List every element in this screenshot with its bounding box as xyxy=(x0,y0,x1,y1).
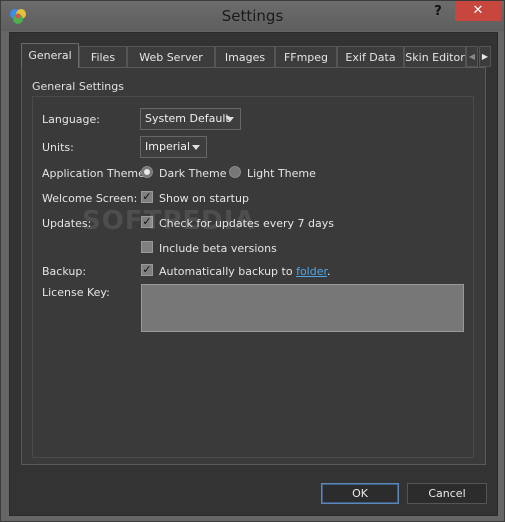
dark-theme-label[interactable]: Dark Theme xyxy=(159,167,227,180)
welcome-option-label[interactable]: Show on startup xyxy=(159,192,249,205)
tab-ffmpeg[interactable]: FFmpeg xyxy=(275,46,337,67)
language-label: Language: xyxy=(42,113,100,126)
license-key-field[interactable] xyxy=(141,284,464,332)
units-value: Imperial xyxy=(145,140,191,153)
tab-general[interactable]: General xyxy=(21,43,79,68)
help-button[interactable]: ? xyxy=(426,2,450,22)
tab-scroll-right-icon[interactable]: ▶ xyxy=(479,46,491,67)
backup-folder-link[interactable]: folder xyxy=(296,265,327,278)
group-title: General Settings xyxy=(32,80,124,93)
settings-window: Settings ? ✕ General Files Web Server Im… xyxy=(0,0,505,522)
tab-exif-data[interactable]: Exif Data xyxy=(337,46,404,67)
chevron-down-icon xyxy=(226,117,234,122)
language-value: System Default xyxy=(145,112,230,125)
light-theme-label[interactable]: Light Theme xyxy=(247,167,316,180)
tab-bar: General Files Web Server Images FFmpeg E… xyxy=(21,43,491,68)
beta-option-label[interactable]: Include beta versions xyxy=(159,242,277,255)
tab-skin-editor[interactable]: Skin Editor xyxy=(404,46,466,67)
updates-label: Updates: xyxy=(42,217,92,230)
language-select[interactable]: System Default xyxy=(140,108,241,130)
title-bar: Settings ? ✕ xyxy=(1,1,504,31)
dialog-body: General Files Web Server Images FFmpeg E… xyxy=(9,32,498,516)
backup-option-suffix: . xyxy=(327,265,331,278)
welcome-label: Welcome Screen: xyxy=(42,192,138,205)
units-select[interactable]: Imperial xyxy=(140,136,207,158)
updates-option-label[interactable]: Check for updates every 7 days xyxy=(159,217,334,230)
cancel-button[interactable]: Cancel xyxy=(407,483,487,504)
backup-option-label[interactable]: Automatically backup to xyxy=(159,265,296,278)
chevron-down-icon xyxy=(192,145,200,150)
tab-web-server[interactable]: Web Server xyxy=(127,46,215,67)
updates-checkbox[interactable]: ✓ xyxy=(141,216,153,228)
close-button[interactable]: ✕ xyxy=(455,1,501,21)
license-label: License Key: xyxy=(42,286,110,299)
backup-label: Backup: xyxy=(42,265,87,278)
tab-scroll-left-icon[interactable]: ◀ xyxy=(466,46,478,67)
theme-label: Application Theme: xyxy=(42,167,149,180)
ok-button[interactable]: OK xyxy=(321,483,399,504)
backup-checkbox[interactable]: ✓ xyxy=(141,264,153,276)
light-theme-radio[interactable] xyxy=(229,166,241,178)
tab-images[interactable]: Images xyxy=(215,46,275,67)
welcome-checkbox[interactable]: ✓ xyxy=(141,191,153,203)
tab-files[interactable]: Files xyxy=(79,46,127,67)
beta-checkbox[interactable] xyxy=(141,241,153,253)
dark-theme-radio[interactable] xyxy=(141,166,153,178)
units-label: Units: xyxy=(42,141,74,154)
backup-option: Automatically backup to folder. xyxy=(159,265,331,278)
